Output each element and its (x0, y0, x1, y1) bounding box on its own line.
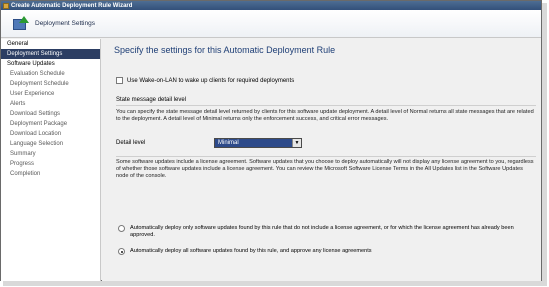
license-option-1-label: Automatically deploy only software updat… (130, 225, 514, 238)
license-description: Some software updates include a license … (116, 156, 536, 180)
detail-level-value: Minimal (218, 140, 239, 146)
nav-item-progress: Progress (10, 161, 35, 167)
nav-item-deployment-package: Deployment Package (10, 121, 68, 127)
window-title: Create Automatic Deployment Rule Wizard (11, 2, 133, 9)
license-option-2-row[interactable]: Automatically deploy all software update… (118, 248, 518, 255)
wake-on-lan-checkbox[interactable] (116, 77, 123, 84)
license-option-2-label: Automatically deploy all software update… (130, 248, 372, 254)
state-message-description: You can specify the state message detail… (116, 109, 534, 122)
wake-on-lan-row[interactable]: Use Wake-on-LAN to wake up clients for r… (116, 77, 294, 84)
nav-item-deployment-settings[interactable]: Deployment Settings (1, 49, 100, 59)
nav-item-user-experience: User Experience (10, 91, 55, 97)
nav-item-completion: Completion (10, 171, 41, 177)
state-message-heading: State message detail level (116, 97, 187, 103)
app-icon (3, 2, 9, 9)
license-option-1-row[interactable]: Automatically deploy only software updat… (118, 225, 518, 239)
nav-item-download-settings: Download Settings (10, 111, 61, 117)
wizard-window: Create Automatic Deployment Rule Wizard … (0, 0, 542, 281)
license-option-1-radio[interactable] (118, 225, 125, 232)
header-title: Deployment Settings (35, 20, 95, 27)
nav-item-software-updates[interactable]: Software Updates (1, 59, 100, 69)
page-title: Specify the settings for this Automatic … (114, 45, 336, 55)
nav-item-summary: Summary (10, 151, 36, 157)
chevron-down-icon[interactable]: ▼ (292, 139, 301, 147)
wake-on-lan-label: Use Wake-on-LAN to wake up clients for r… (127, 77, 295, 84)
nav-item-language-selection: Language Selection (10, 141, 64, 147)
wizard-header: Deployment Settings (1, 10, 541, 38)
nav-item-general[interactable]: General (1, 39, 100, 49)
wizard-nav: General Deployment Settings Software Upd… (1, 39, 101, 281)
main-panel: Specify the settings for this Automatic … (102, 39, 541, 281)
license-option-2-radio[interactable] (118, 248, 125, 255)
nav-item-deployment-schedule: Deployment Schedule (10, 81, 69, 87)
title-bar[interactable]: Create Automatic Deployment Rule Wizard (1, 1, 541, 10)
detail-level-label: Detail level (116, 140, 146, 146)
section-divider (116, 105, 536, 106)
nav-item-alerts: Alerts (10, 101, 26, 107)
nav-item-evaluation-schedule: Evaluation Schedule (10, 71, 65, 77)
detail-level-select[interactable]: Minimal ▼ (214, 138, 302, 148)
nav-item-download-location: Download Location (10, 131, 62, 137)
wizard-icon (11, 15, 29, 32)
